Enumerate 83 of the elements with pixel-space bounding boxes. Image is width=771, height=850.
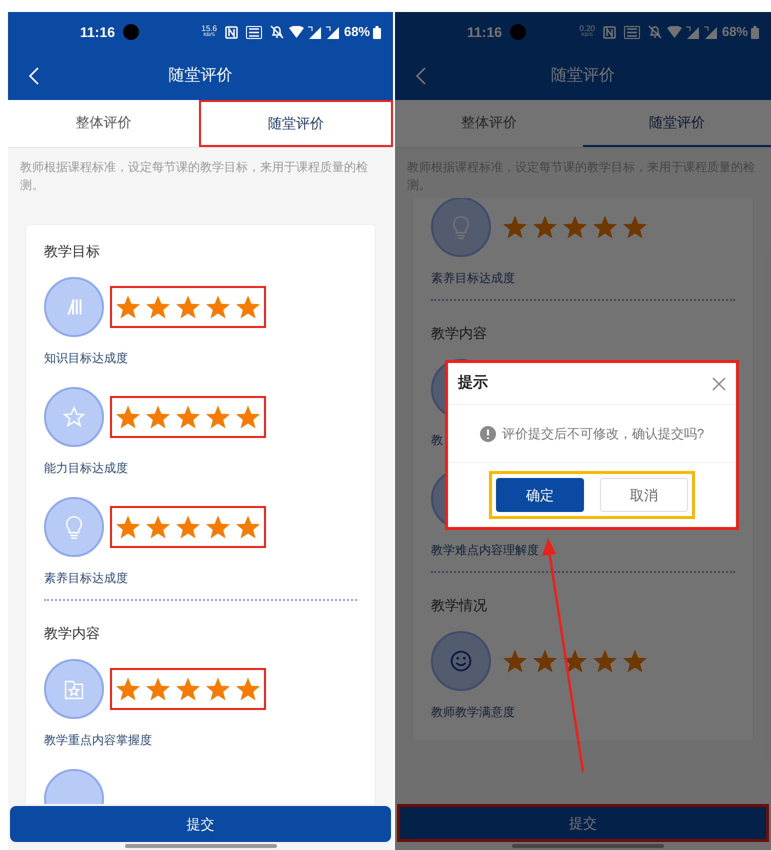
- item-label: 教: [431, 432, 443, 448]
- volte-icon: [624, 26, 640, 38]
- signal-icon: [306, 26, 322, 38]
- tab[interactable]: 随堂评价: [198, 100, 393, 147]
- star-icon[interactable]: [562, 648, 588, 674]
- section-title: 教学内容: [431, 324, 488, 343]
- star-icon[interactable]: [235, 294, 261, 320]
- star-icon[interactable]: [622, 648, 648, 674]
- section-title: 教学内容: [44, 624, 101, 643]
- item-label: 素养目标达成度: [44, 570, 128, 586]
- section-title: 教学目标: [44, 242, 101, 261]
- star-icon[interactable]: [592, 214, 618, 240]
- nfc-icon: [602, 26, 616, 38]
- item-label: 知识目标达成度: [44, 350, 128, 366]
- volte-icon: [246, 26, 262, 38]
- star-icon[interactable]: [205, 676, 231, 702]
- item-label: 教师教学满意度: [431, 704, 515, 720]
- network-speed: 15.6: [201, 25, 217, 32]
- section-title: 教学情况: [431, 596, 488, 615]
- star-rating[interactable]: [115, 404, 261, 430]
- nfc-icon: [224, 26, 238, 38]
- page-title: 随堂评价: [168, 66, 232, 86]
- star-icon[interactable]: [502, 214, 528, 240]
- dialog-title: 提示: [458, 373, 488, 394]
- star-icon[interactable]: [235, 404, 261, 430]
- star-icon[interactable]: [145, 514, 171, 540]
- star-icon[interactable]: [175, 676, 201, 702]
- star-rating[interactable]: [115, 676, 261, 702]
- signal-icon: [702, 26, 718, 38]
- tab[interactable]: 随堂评价: [583, 100, 771, 147]
- star-icon[interactable]: [502, 648, 528, 674]
- star-rating[interactable]: [115, 514, 261, 540]
- battery-icon: [751, 26, 759, 38]
- star-icon[interactable]: [235, 676, 261, 702]
- item-label: 教学难点内容理解度: [431, 542, 539, 558]
- star-icon[interactable]: [532, 648, 558, 674]
- star-icon[interactable]: [562, 214, 588, 240]
- item-label: 能力目标达成度: [44, 460, 128, 476]
- item-label: 素养目标达成度: [431, 270, 515, 286]
- star-icon[interactable]: [115, 514, 141, 540]
- warning-icon: [480, 426, 496, 442]
- star-rating[interactable]: [502, 648, 648, 674]
- star-icon[interactable]: [175, 404, 201, 430]
- star-rating[interactable]: [502, 214, 648, 240]
- clock: 11:16: [80, 22, 116, 42]
- cancel-button[interactable]: 取消: [600, 478, 688, 512]
- tab[interactable]: 整体评价: [8, 100, 198, 147]
- battery-level: 68%: [722, 23, 748, 42]
- star-icon[interactable]: [145, 294, 171, 320]
- close-icon[interactable]: [712, 376, 726, 390]
- page-title: 随堂评价: [551, 66, 615, 86]
- star-icon[interactable]: [235, 514, 261, 540]
- dialog-message: 评价提交后不可修改，确认提交吗?: [502, 424, 704, 443]
- network-speed: 0.20: [579, 25, 595, 32]
- star-icon[interactable]: [115, 676, 141, 702]
- wifi-icon: [666, 26, 682, 38]
- star-icon[interactable]: [115, 404, 141, 430]
- battery-icon: [373, 26, 381, 38]
- star-icon[interactable]: [145, 676, 171, 702]
- star-icon[interactable]: [205, 514, 231, 540]
- description-text: 教师根据课程标准，设定每节课的教学目标，来用于课程质量的检测。: [19, 159, 369, 194]
- submit-button[interactable]: 提交: [10, 806, 391, 842]
- confirm-button[interactable]: 确定: [496, 478, 584, 512]
- star-icon[interactable]: [205, 294, 231, 320]
- star-rating[interactable]: [115, 294, 261, 320]
- signal-icon: [324, 26, 340, 38]
- star-icon[interactable]: [592, 648, 618, 674]
- bell-muted-icon: [270, 25, 284, 39]
- clock: 11:16: [467, 22, 502, 42]
- signal-icon: [684, 26, 700, 38]
- star-icon[interactable]: [532, 214, 558, 240]
- wifi-icon: [288, 26, 304, 38]
- item-label: 教学重点内容掌握度: [44, 732, 152, 748]
- star-icon[interactable]: [175, 294, 201, 320]
- star-icon[interactable]: [175, 514, 201, 540]
- bell-muted-icon: [648, 25, 662, 39]
- star-icon[interactable]: [205, 404, 231, 430]
- star-icon[interactable]: [115, 294, 141, 320]
- star-icon[interactable]: [145, 404, 171, 430]
- battery-level: 68%: [344, 23, 370, 42]
- star-icon[interactable]: [622, 214, 648, 240]
- back-icon[interactable]: [415, 67, 427, 85]
- back-icon[interactable]: [28, 67, 40, 85]
